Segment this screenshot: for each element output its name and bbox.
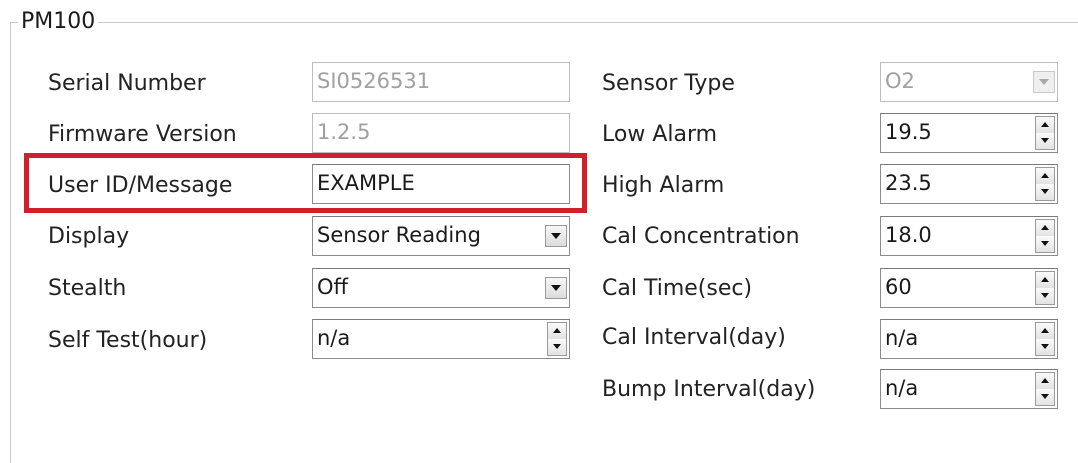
serial-number-field: SI0526531 (312, 62, 570, 102)
cal-time-value: 60 (885, 275, 912, 299)
spin-up-button[interactable] (1036, 168, 1054, 185)
sensor-type-dropdown-button (1033, 71, 1055, 93)
arrow-down-icon (553, 344, 561, 349)
self-test-hour-label: Self Test(hour) (48, 328, 208, 353)
arrow-up-icon (1041, 225, 1049, 230)
arrow-down-icon (1041, 241, 1049, 246)
chevron-down-icon (551, 285, 561, 291)
high-alarm-label: High Alarm (602, 173, 725, 198)
spin-down-button[interactable] (1036, 339, 1054, 355)
high-alarm-value: 23.5 (885, 171, 932, 195)
spin-down-button[interactable] (1036, 133, 1054, 149)
spin-down-button[interactable] (1036, 236, 1054, 252)
self-test-hour-spinner (547, 322, 567, 356)
display-value: Sensor Reading (317, 223, 481, 247)
chevron-down-icon (551, 233, 561, 239)
arrow-down-icon (1041, 293, 1049, 298)
spin-down-button[interactable] (1036, 389, 1054, 405)
low-alarm-input[interactable]: 19.5 (880, 113, 1058, 153)
user-id-highlight-box (24, 153, 587, 213)
arrow-down-icon (1041, 394, 1049, 399)
arrow-down-icon (1041, 344, 1049, 349)
cal-time-spinner (1035, 271, 1055, 305)
cal-interval-label: Cal Interval(day) (602, 325, 786, 350)
firmware-version-field: 1.2.5 (312, 113, 570, 153)
firmware-version-value: 1.2.5 (317, 120, 371, 144)
cal-interval-spinner (1035, 322, 1055, 356)
spin-up-button[interactable] (1036, 272, 1054, 289)
high-alarm-spinner (1035, 167, 1055, 201)
firmware-version-label: Firmware Version (48, 122, 237, 147)
low-alarm-label: Low Alarm (602, 122, 718, 147)
stealth-label: Stealth (48, 276, 127, 301)
spin-up-button[interactable] (1036, 373, 1054, 390)
spin-up-button[interactable] (1036, 117, 1054, 134)
low-alarm-spinner (1035, 116, 1055, 150)
spin-up-button[interactable] (1036, 220, 1054, 237)
arrow-up-icon (1041, 328, 1049, 333)
group-title: PM100 (18, 9, 99, 35)
spin-down-button[interactable] (1036, 184, 1054, 200)
low-alarm-value: 19.5 (885, 120, 932, 144)
bump-interval-input[interactable]: n/a (880, 369, 1058, 409)
cal-concentration-label: Cal Concentration (602, 224, 800, 249)
arrow-down-icon (1041, 189, 1049, 194)
arrow-up-icon (1041, 277, 1049, 282)
bump-interval-value: n/a (885, 376, 919, 400)
cal-time-label: Cal Time(sec) (602, 276, 753, 301)
serial-number-label: Serial Number (48, 71, 206, 96)
cal-concentration-input[interactable]: 18.0 (880, 216, 1058, 256)
cal-interval-value: n/a (885, 326, 919, 350)
spin-up-button[interactable] (1036, 323, 1054, 340)
arrow-up-icon (1041, 122, 1049, 127)
sensor-type-select: O2 (880, 62, 1058, 102)
cal-concentration-value: 18.0 (885, 223, 932, 247)
arrow-up-icon (553, 328, 561, 333)
cal-interval-input[interactable]: n/a (880, 319, 1058, 359)
self-test-hour-input[interactable]: n/a (312, 319, 570, 359)
cal-concentration-spinner (1035, 219, 1055, 253)
display-select[interactable]: Sensor Reading (312, 216, 570, 256)
stealth-dropdown-button[interactable] (545, 277, 567, 299)
display-dropdown-button[interactable] (545, 225, 567, 247)
self-test-hour-value: n/a (317, 326, 351, 350)
high-alarm-input[interactable]: 23.5 (880, 164, 1058, 204)
spin-up-button[interactable] (548, 323, 566, 340)
cal-time-input[interactable]: 60 (880, 268, 1058, 308)
chevron-down-icon (1039, 79, 1049, 85)
arrow-up-icon (1041, 173, 1049, 178)
bump-interval-label: Bump Interval(day) (602, 377, 816, 402)
sensor-type-label: Sensor Type (602, 71, 735, 96)
arrow-up-icon (1041, 378, 1049, 383)
serial-number-value: SI0526531 (317, 69, 431, 93)
bump-interval-spinner (1035, 372, 1055, 406)
stealth-select[interactable]: Off (312, 268, 570, 308)
arrow-down-icon (1041, 138, 1049, 143)
spin-down-button[interactable] (1036, 288, 1054, 304)
display-label: Display (48, 224, 130, 249)
sensor-type-value: O2 (885, 69, 915, 93)
spin-down-button[interactable] (548, 339, 566, 355)
stealth-value: Off (317, 275, 348, 299)
